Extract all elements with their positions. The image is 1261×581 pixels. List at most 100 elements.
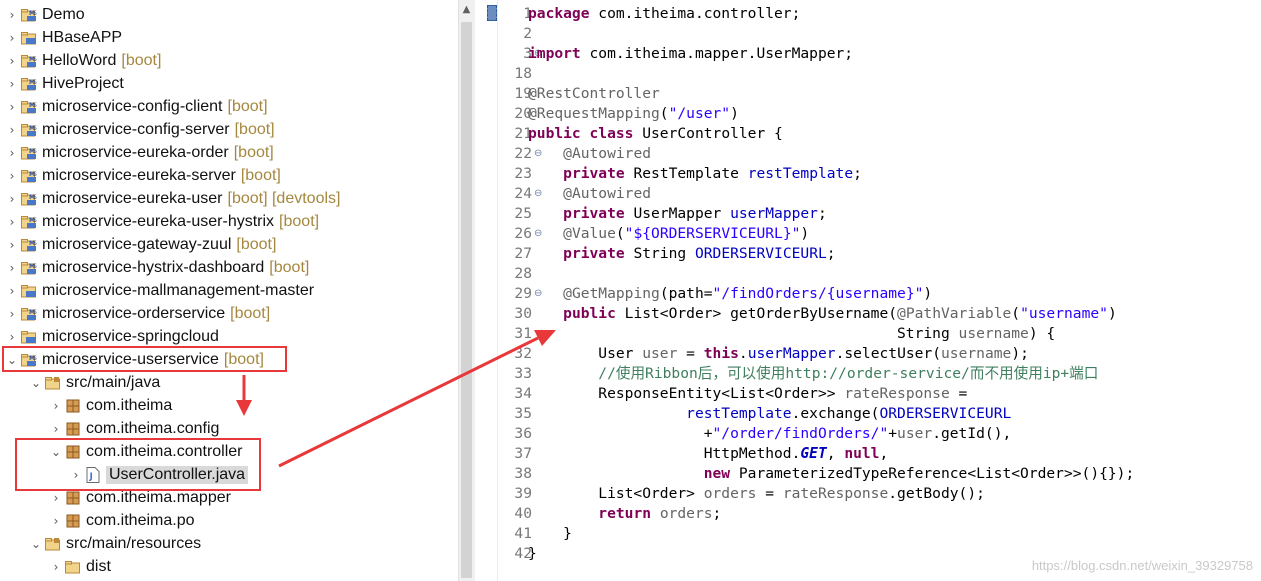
expand-chevron-icon[interactable]: › xyxy=(48,399,64,413)
tree-item[interactable]: ⌄ src/main/java xyxy=(28,371,160,394)
expand-chevron-icon[interactable]: › xyxy=(48,422,64,436)
expand-chevron-icon[interactable]: › xyxy=(4,307,20,321)
tree-item[interactable]: › M S Demo xyxy=(4,3,85,26)
code-line[interactable]: 30 public List<Order> getOrderByUsername… xyxy=(484,304,1261,324)
collapse-chevron-icon[interactable]: ⌄ xyxy=(48,445,64,459)
tree-item-decoration: [boot] xyxy=(233,143,274,161)
code-line[interactable]: 34 ResponseEntity<List<Order>> rateRespo… xyxy=(484,384,1261,404)
code-line[interactable]: 2 xyxy=(484,24,1261,44)
code-line[interactable]: 20 @RequestMapping("/user") xyxy=(484,104,1261,124)
tree-item[interactable]: › M Smicroservice-config-client [boot] xyxy=(4,95,268,118)
code-line[interactable]: 27 private String ORDERSERVICEURL; xyxy=(484,244,1261,264)
code-token: rateResponse xyxy=(844,385,950,402)
tree-item[interactable]: › com.itheima xyxy=(48,394,173,417)
expand-chevron-icon[interactable]: › xyxy=(4,330,20,344)
expand-chevron-icon[interactable]: › xyxy=(48,560,64,574)
tree-item[interactable]: › M Smicroservice-eureka-user [boot] [devto… xyxy=(4,187,341,210)
expand-chevron-icon[interactable]: › xyxy=(4,261,20,275)
code-line[interactable]: 18 xyxy=(484,64,1261,84)
tree-item-label: microservice-eureka-server xyxy=(42,166,236,184)
collapse-chevron-icon[interactable]: ⌄ xyxy=(28,537,44,551)
tree-item-label: microservice-springcloud xyxy=(42,327,219,345)
tree-item[interactable]: › M S HiveProject xyxy=(4,72,124,95)
tree-item-decoration: [boot] xyxy=(230,304,271,322)
code-line[interactable]: 29 ⊖ @GetMapping(path="/findOrders/{usern… xyxy=(484,284,1261,304)
code-line[interactable]: 19 @RestController xyxy=(484,84,1261,104)
tree-item[interactable]: ⌄ src/main/resources xyxy=(28,532,201,555)
expand-chevron-icon[interactable]: › xyxy=(4,146,20,160)
maven-project-icon: MS xyxy=(20,352,38,368)
code-token: ResponseEntity<List<Order>> xyxy=(528,385,845,402)
code-text: ResponseEntity<List<Order>> rateResponse… xyxy=(528,384,967,404)
expand-chevron-icon[interactable]: › xyxy=(4,77,20,91)
expand-chevron-icon[interactable]: › xyxy=(4,169,20,183)
code-line[interactable]: 41 } xyxy=(484,524,1261,544)
code-line[interactable]: 36 +"/order/findOrders/"+user.getId(), xyxy=(484,424,1261,444)
explorer-scrollbar-thumb[interactable] xyxy=(461,22,472,578)
tree-item[interactable]: › com.itheima.po xyxy=(48,509,195,532)
expand-chevron-icon[interactable]: › xyxy=(48,514,64,528)
code-line[interactable]: 22 ⊖ @Autowired xyxy=(484,144,1261,164)
scroll-up-arrow-icon[interactable]: ▲ xyxy=(458,4,475,15)
tree-item[interactable]: › microservice-springcloud xyxy=(4,325,219,348)
expand-chevron-icon[interactable]: › xyxy=(4,8,20,22)
code-line[interactable]: 25 private UserMapper userMapper; xyxy=(484,204,1261,224)
expand-chevron-icon[interactable]: › xyxy=(4,31,20,45)
tree-item[interactable]: › M Smicroservice-orderservice [boot] xyxy=(4,302,271,325)
tree-item[interactable]: › M Smicroservice-eureka-user-hystrix [boot… xyxy=(4,210,319,233)
tree-item[interactable]: › microservice-mallmanagement-master xyxy=(4,279,314,302)
tree-item[interactable]: › M Smicroservice-gateway-zuul [boot] xyxy=(4,233,277,256)
code-line[interactable]: 31 String username) { xyxy=(484,324,1261,344)
line-number: 3 xyxy=(523,45,532,62)
expand-chevron-icon[interactable]: › xyxy=(4,54,20,68)
tree-item[interactable]: › M Smicroservice-config-server [boot] xyxy=(4,118,275,141)
collapse-chevron-icon[interactable]: ⌄ xyxy=(4,353,20,367)
tree-item[interactable]: › com.itheima.mapper xyxy=(48,486,231,509)
code-token: , xyxy=(826,445,845,462)
tree-item[interactable]: › M Smicroservice-eureka-server [boot] xyxy=(4,164,281,187)
svg-text:S: S xyxy=(33,263,37,270)
tree-item[interactable]: › M S HelloWord [boot] xyxy=(4,49,162,72)
tree-item[interactable]: ⌄ M Smicroservice-userservice [boot] xyxy=(4,348,264,371)
tree-item[interactable]: › HBaseAPP xyxy=(4,26,122,49)
tree-item[interactable]: › M Smicroservice-eureka-order [boot] xyxy=(4,141,274,164)
code-line[interactable]: 3 ⊕ import com.itheima.mapper.UserMapper; xyxy=(484,44,1261,64)
code-line[interactable]: 35 restTemplate.exchange(ORDERSERVICEURL xyxy=(484,404,1261,424)
expand-chevron-icon[interactable]: › xyxy=(48,491,64,505)
expand-chevron-icon[interactable]: › xyxy=(4,284,20,298)
expand-chevron-icon[interactable]: › xyxy=(4,100,20,114)
code-line[interactable]: 24 ⊖ @Autowired xyxy=(484,184,1261,204)
collapse-chevron-icon[interactable]: ⌄ xyxy=(28,376,44,390)
tree-item[interactable]: › dist xyxy=(48,555,111,578)
code-text: new ParameterizedTypeReference<List<Orde… xyxy=(528,464,1135,484)
code-line[interactable]: 33 //使用Ribbon后，可以使用http://order-service/… xyxy=(484,364,1261,384)
code-line[interactable]: 26 ⊖ @Value("${ORDERSERVICEURL}") xyxy=(484,224,1261,244)
expand-chevron-icon[interactable]: › xyxy=(4,192,20,206)
code-editor[interactable]: 1 package com.itheima.controller; 2 3 ⊕ impor… xyxy=(484,0,1261,581)
expand-chevron-icon[interactable]: › xyxy=(4,215,20,229)
expand-chevron-icon[interactable]: › xyxy=(4,123,20,137)
tree-item[interactable]: ⌄ com.itheima.controller xyxy=(48,440,243,463)
code-token: "/user" xyxy=(668,105,731,122)
expand-chevron-icon[interactable]: › xyxy=(68,468,84,482)
code-token: (path= xyxy=(659,285,713,302)
code-line[interactable]: 39 List<Order> orders = rateResponse.get… xyxy=(484,484,1261,504)
line-number: 34 xyxy=(514,385,532,402)
line-number: 39 xyxy=(514,485,532,502)
code-token: import xyxy=(528,45,581,62)
tree-item[interactable]: › M Smicroservice-hystrix-dashboard [boot] xyxy=(4,256,310,279)
code-line[interactable]: 23 private RestTemplate restTemplate; xyxy=(484,164,1261,184)
code-line[interactable]: 32 User user = this.userMapper.selectUse… xyxy=(484,344,1261,364)
code-line[interactable]: 21 public class UserController { xyxy=(484,124,1261,144)
code-token: ( xyxy=(615,225,625,242)
tree-item[interactable]: › J UserController.java xyxy=(68,463,249,486)
code-line[interactable]: 37 HttpMethod.GET, null, xyxy=(484,444,1261,464)
tree-item[interactable]: › com.itheima.config xyxy=(48,417,220,440)
code-line[interactable]: 38 new ParameterizedTypeReference<List<O… xyxy=(484,464,1261,484)
code-line[interactable]: 28 xyxy=(484,264,1261,284)
code-line[interactable]: 40 return orders; xyxy=(484,504,1261,524)
expand-chevron-icon[interactable]: › xyxy=(4,238,20,252)
code-line[interactable]: 1 package com.itheima.controller; xyxy=(484,4,1261,24)
